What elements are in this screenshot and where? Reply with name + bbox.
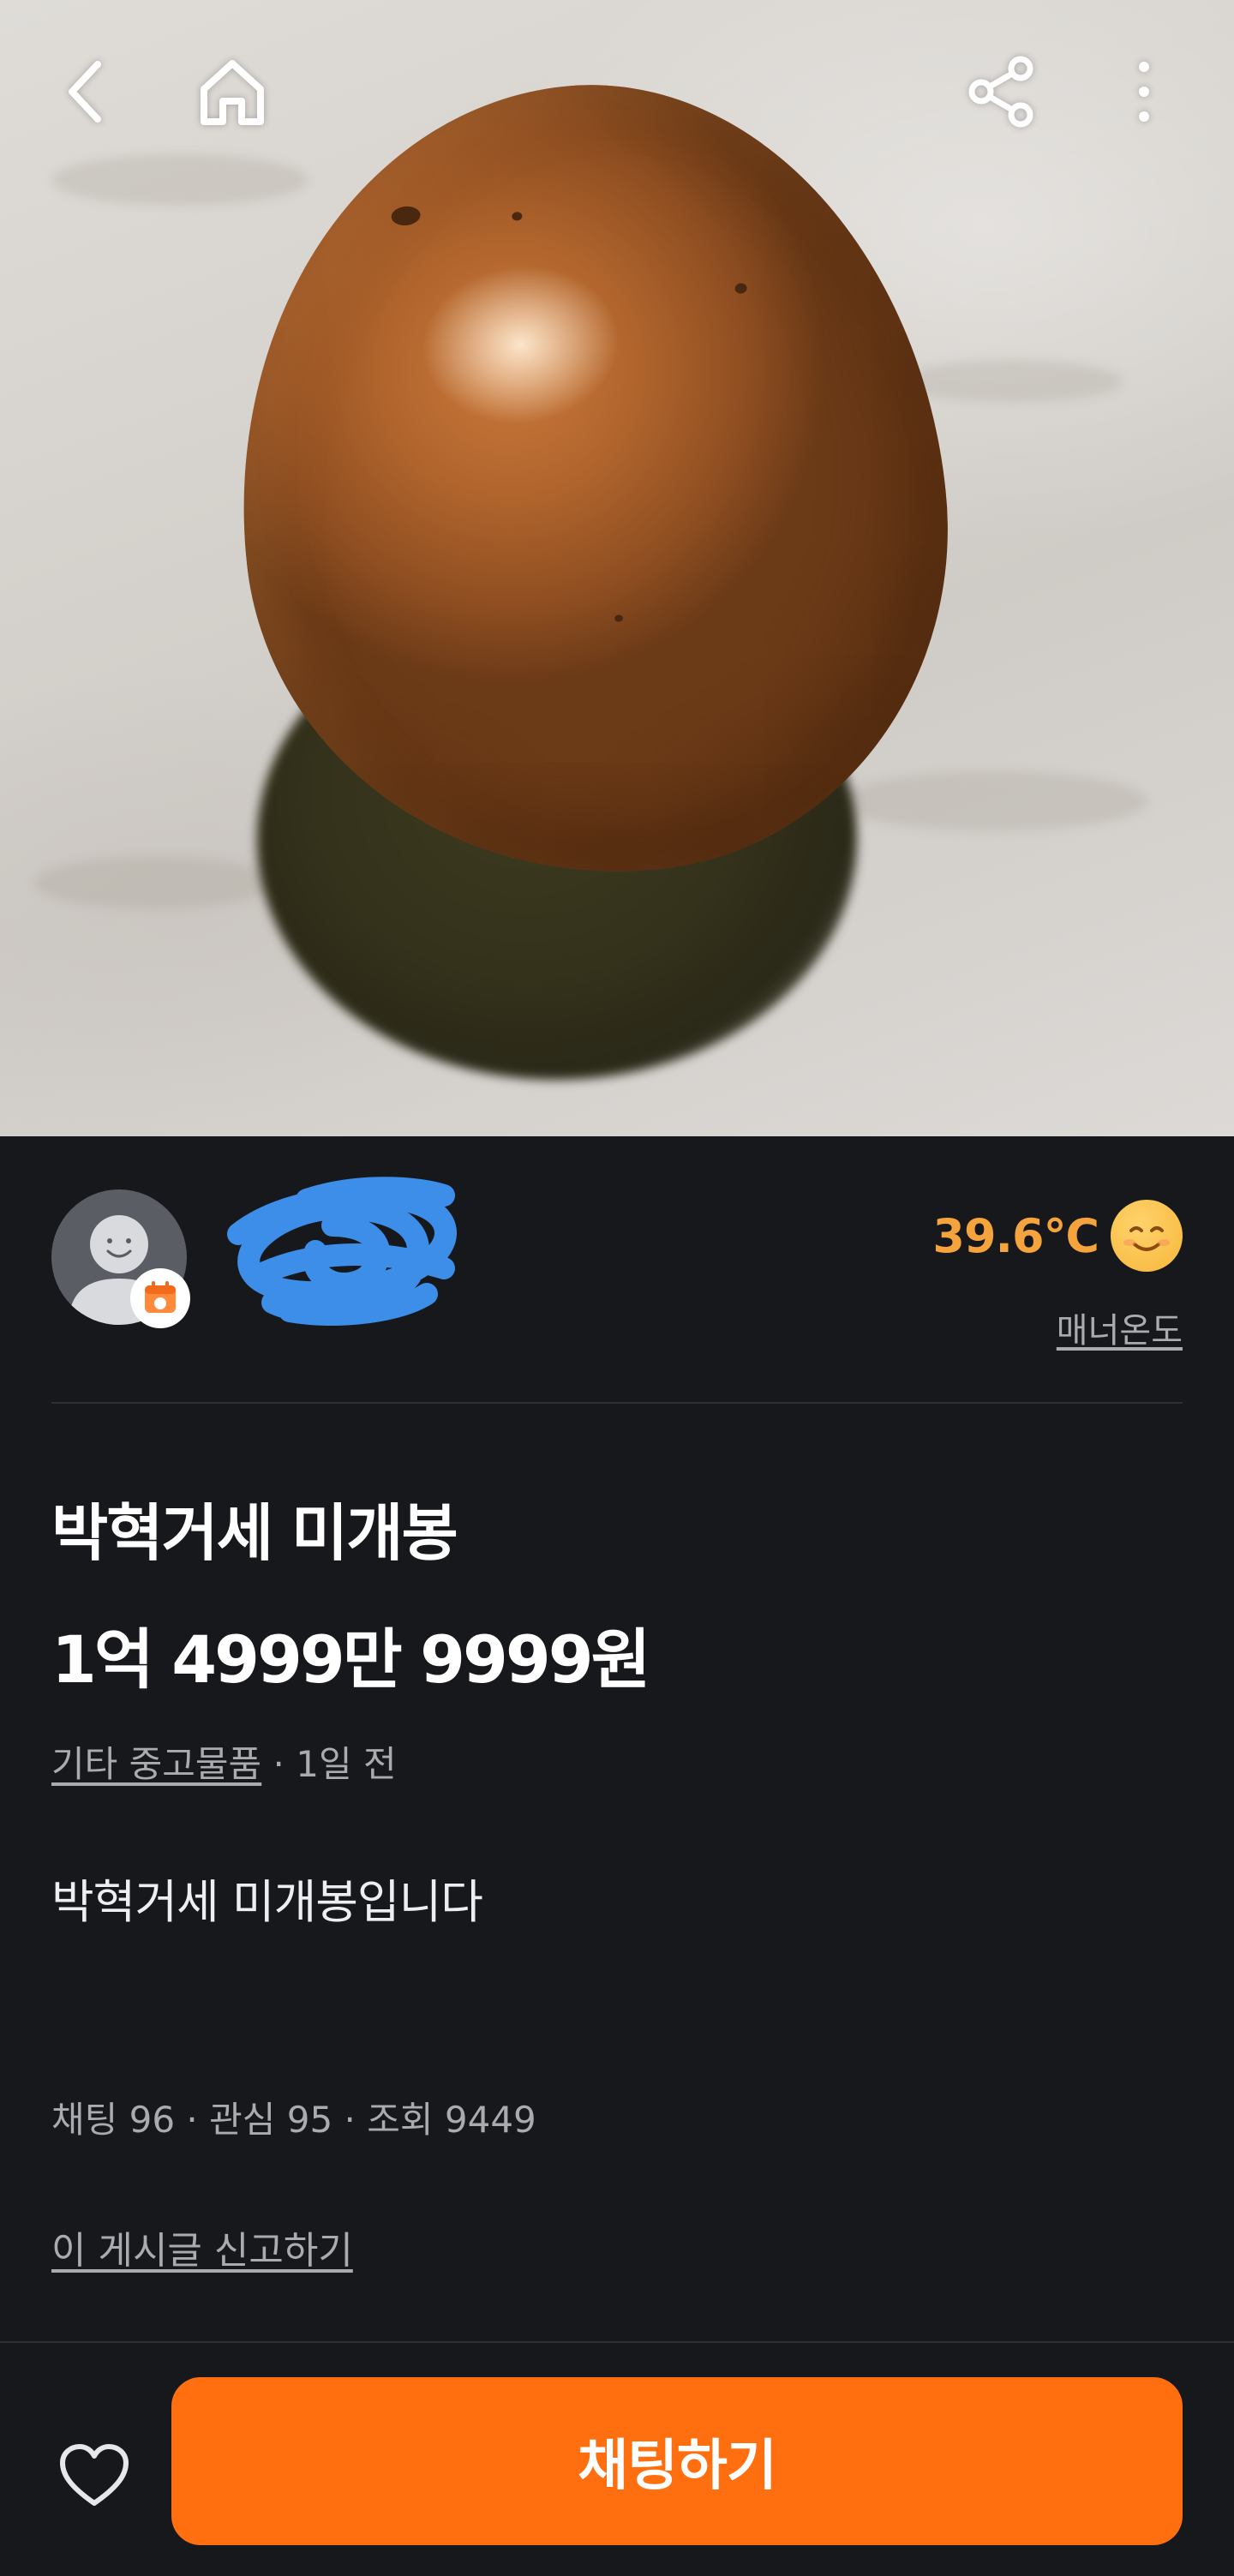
report-post-link[interactable]: 이 게시글 신고하기 — [51, 2220, 353, 2274]
chat-button[interactable]: 채팅하기 — [171, 2377, 1183, 2545]
manner-temperature[interactable]: 39.6℃ — [932, 1200, 1183, 1272]
calendar-badge-icon — [130, 1268, 190, 1328]
meta-separator: · — [261, 1743, 297, 1785]
product-stats: 채팅 96 · 관심 95 · 조회 9449 — [51, 2099, 536, 2141]
product-description: 박혁거세 미개봉입니다 — [51, 1875, 483, 1929]
seller-section[interactable]: 39.6℃ 매너온도 — [51, 1177, 1183, 1397]
home-icon — [201, 60, 264, 125]
heart-icon — [60, 2444, 129, 2506]
category-link[interactable]: 기타 중고물품 — [51, 1743, 261, 1785]
like-button[interactable] — [51, 2433, 137, 2519]
redacted-nickname — [227, 1177, 457, 1326]
product-meta: 기타 중고물품 · 1일 전 — [51, 1735, 397, 1788]
product-photo[interactable] — [0, 0, 1234, 1136]
share-button[interactable] — [955, 45, 1050, 139]
temperature-value: 39.6℃ — [932, 1208, 1099, 1263]
more-button[interactable] — [1097, 45, 1191, 139]
home-button[interactable] — [185, 45, 279, 139]
back-icon — [69, 61, 101, 123]
back-button[interactable] — [39, 45, 133, 139]
posted-time: 1일 전 — [296, 1743, 397, 1785]
share-icon — [968, 56, 1033, 128]
product-title: 박혁거세 미개봉 — [51, 1497, 458, 1569]
smiling-face-icon — [1111, 1200, 1183, 1272]
manner-temperature-label[interactable]: 매너온도 — [1057, 1303, 1183, 1352]
divider — [51, 1402, 1183, 1404]
bottom-action-bar: 채팅하기 — [0, 2341, 1234, 2576]
more-vertical-icon — [1139, 62, 1149, 122]
product-price: 1억 4999만 9999원 — [51, 1621, 651, 1698]
